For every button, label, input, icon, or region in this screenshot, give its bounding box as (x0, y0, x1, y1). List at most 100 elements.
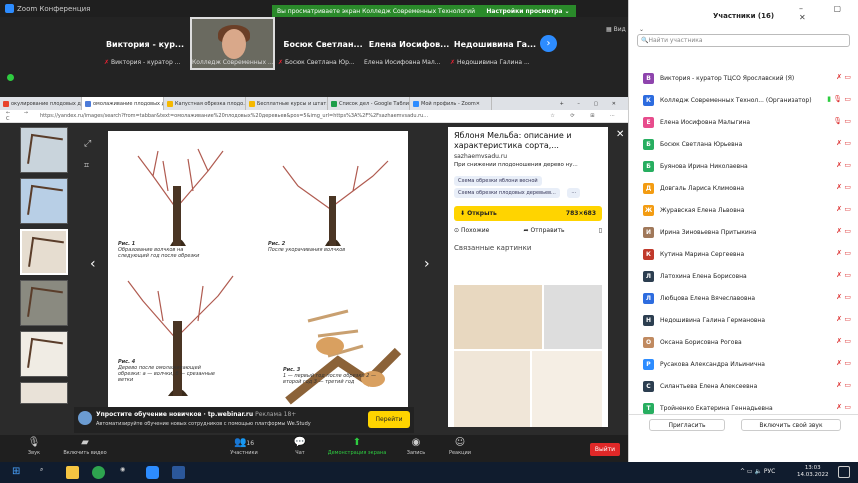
open-image-button[interactable]: ⬇ Открыть 783×683 (454, 206, 602, 221)
tag-chip[interactable]: Схема обрезки яблони весной (454, 176, 542, 186)
crop-icon[interactable]: ⌗ (84, 155, 91, 177)
thumbnail[interactable] (20, 127, 68, 173)
invite-button[interactable]: Пригласить (649, 419, 725, 431)
ad-go-button[interactable]: Перейти (368, 411, 410, 428)
view-options-button[interactable]: Настройки просмотра ⌄ (480, 8, 576, 15)
browser-window-controls[interactable]: + – ▢ ✕ (560, 101, 628, 107)
participant-search-input[interactable]: 🔍 Найти участника (637, 34, 850, 47)
share-screen-button[interactable]: ⬆ Демонстрация экрана (322, 437, 392, 456)
url-text[interactable]: https://yandex.ru/images/search?from=tab… (40, 113, 538, 119)
audio-button[interactable]: 🎙 Звук (22, 437, 46, 456)
mic-muted-icon[interactable]: ✗ ▭ (836, 403, 851, 411)
mic-muted-icon[interactable]: ✗ ▭ (836, 271, 851, 279)
shield-icon[interactable] (7, 74, 14, 81)
chat-button[interactable]: 💬 Чат (290, 437, 310, 456)
chrome-icon[interactable] (92, 466, 105, 479)
participant-row[interactable]: С Силантьева Елена Алексеевна ✗ ▭ (629, 375, 858, 397)
leave-button[interactable]: Выйти (590, 443, 620, 456)
mic-muted-icon[interactable]: ✗ ▭ (836, 227, 851, 235)
participant-row[interactable]: О Оксана Борисовна Рогова ✗ ▭ (629, 331, 858, 353)
record-button[interactable]: ◉ Запись (403, 437, 429, 456)
system-clock[interactable]: 13:03 14.03.2022 (797, 465, 829, 479)
word-icon[interactable] (172, 466, 185, 479)
participant-row[interactable]: Б Босюк Светлана Юрьевна ✗ ▭ (629, 133, 858, 155)
mic-muted-icon[interactable]: ✗ ▭ (836, 249, 851, 257)
ad-banner[interactable]: Упростите обучение новичков · tp.webinar… (74, 407, 414, 433)
close-viewer-icon[interactable]: ✕ (616, 129, 624, 140)
window-controls[interactable]: – ▢ ✕ (799, 4, 858, 22)
browser-tab[interactable]: окулирование плодовых дер... ✕ (0, 97, 82, 110)
related-image[interactable] (532, 351, 602, 427)
related-image[interactable] (454, 351, 530, 427)
participant-row[interactable]: Е Елена Иосифовна Малыгина 🎙 ▭ (629, 111, 858, 133)
mic-muted-icon[interactable]: ✗ ▭ (836, 139, 851, 147)
thumbnail[interactable] (20, 229, 68, 275)
thumbnail[interactable] (20, 178, 68, 224)
participant-row[interactable]: Н Недошивина Галина Германовна ✗ ▭ (629, 309, 858, 331)
tray-icons[interactable]: ^ ▭ 🔈 РУС (740, 468, 775, 475)
participant-name: Недошивина Галина Германовна (660, 316, 766, 324)
browser-tab[interactable]: омолаживание плодовых дер... ✕ (82, 97, 164, 110)
video-button[interactable]: ▰ Включить видео (60, 437, 110, 456)
unmute-button[interactable]: Включить свой звук (741, 419, 841, 431)
file-explorer-icon[interactable] (66, 466, 79, 479)
more-chip[interactable]: ··· (567, 188, 581, 198)
next-image-arrow[interactable]: › (424, 256, 430, 272)
participant-row[interactable]: Д Довгаль Лариса Климовна ✗ ▭ (629, 177, 858, 199)
thumbnail[interactable] (20, 280, 68, 326)
zoom-taskbar-icon[interactable] (146, 466, 159, 479)
nav-arrows-icon[interactable]: ← → C (0, 110, 40, 122)
browser-tab[interactable]: Мой профиль - Zoom ✕ (410, 97, 492, 110)
chevron-down-icon[interactable]: ⌄ (639, 26, 644, 33)
camera-app-icon[interactable]: ◉ (120, 466, 133, 479)
participant-row[interactable]: Л Любцова Елена Вячеславовна ✗ ▭ (629, 287, 858, 309)
browser-tab[interactable]: Список дел - Google Таблиц... ✕ (328, 97, 410, 110)
tile-namebar: ✗ Виктория - куратор ... (104, 59, 181, 66)
fullscreen-icon[interactable]: ⤢ (84, 133, 91, 155)
participant-row[interactable]: К Кутина Марина Сергеевна ✗ ▭ (629, 243, 858, 265)
participant-row[interactable]: Б Буянова Ирина Николаевна ✗ ▭ (629, 155, 858, 177)
mic-muted-icon[interactable]: ✗ ▭ (836, 381, 851, 389)
related-image[interactable] (454, 285, 542, 349)
similar-button[interactable]: ⊙ Похожие (454, 227, 489, 234)
tag-chip[interactable]: Схема обрезки плодовых деревьев... (454, 188, 560, 198)
next-page-button[interactable]: › (540, 35, 557, 52)
participant-row[interactable]: Л Латохина Елена Борисовна ✗ ▭ (629, 265, 858, 287)
windows-start-icon[interactable]: ⊞ (12, 466, 25, 479)
thumbnail[interactable] (20, 331, 68, 377)
participant-row[interactable]: Р Русакова Александра Ильинична ✗ ▭ (629, 353, 858, 375)
bookmark-icon[interactable]: ▯ (599, 227, 602, 234)
reactions-button[interactable]: ☺ Реакции (445, 437, 475, 456)
participant-name: Ирина Зиновьевна Притыкина (660, 228, 757, 236)
mic-muted-icon[interactable]: ✗ ▭ (836, 293, 851, 301)
image-source[interactable]: sazhaemvsadu.ru (454, 153, 602, 160)
send-button[interactable]: ➦ Отправить (524, 227, 565, 234)
mic-muted-icon[interactable]: ▮ 🎙 ▭ (827, 95, 851, 103)
mic-muted-icon[interactable]: ✗ ▭ (836, 73, 851, 81)
browser-tools-icon[interactable]: ☆ ⟳ ⊞ ⋯ (538, 113, 628, 119)
search-icon[interactable]: ⌕ (40, 466, 53, 479)
mic-muted-icon[interactable]: ✗ ▭ (836, 315, 851, 323)
browser-tab[interactable]: Бесплатные курсы и штат... ✕ (246, 97, 328, 110)
view-button[interactable]: ▦ Вид (606, 26, 626, 33)
mic-muted-icon[interactable]: ✗ ▭ (836, 183, 851, 191)
participant-row[interactable]: В Виктория - куратор ТЦСО Ярославский (Я)… (629, 67, 858, 89)
thumbnail[interactable] (20, 382, 68, 404)
related-image[interactable] (544, 285, 602, 349)
participant-name: Довгаль Лариса Климовна (660, 184, 745, 192)
mic-muted-icon[interactable]: ✗ ▭ (836, 359, 851, 367)
mic-muted-icon[interactable]: 🎙 ▭ (833, 117, 851, 125)
mic-muted-icon[interactable]: ✗ ▭ (836, 205, 851, 213)
mic-muted-icon[interactable]: ✗ ▭ (836, 337, 851, 345)
main-image[interactable]: Рис. 1 Образование волчков на следующий г… (108, 131, 408, 427)
prev-image-arrow[interactable]: ‹ (90, 256, 96, 272)
participants-button[interactable]: 👥16 Участники (226, 437, 262, 456)
image-title[interactable]: Яблоня Мельба: описание и характеристика… (454, 131, 602, 151)
participant-row[interactable]: К Колледж Современных Технол... (Организа… (629, 89, 858, 111)
browser-tab[interactable]: Капустная обрезка плодо... ✕ (164, 97, 246, 110)
notification-icon[interactable] (838, 466, 850, 478)
mic-muted-icon[interactable]: ✗ ▭ (836, 161, 851, 169)
participant-row[interactable]: Ж Журавская Елена Львовна ✗ ▭ (629, 199, 858, 221)
participant-row[interactable]: И Ирина Зиновьевна Притыкина ✗ ▭ (629, 221, 858, 243)
figure-caption: Рис. 31 — первый год после обрезки 2 — в… (283, 367, 376, 385)
